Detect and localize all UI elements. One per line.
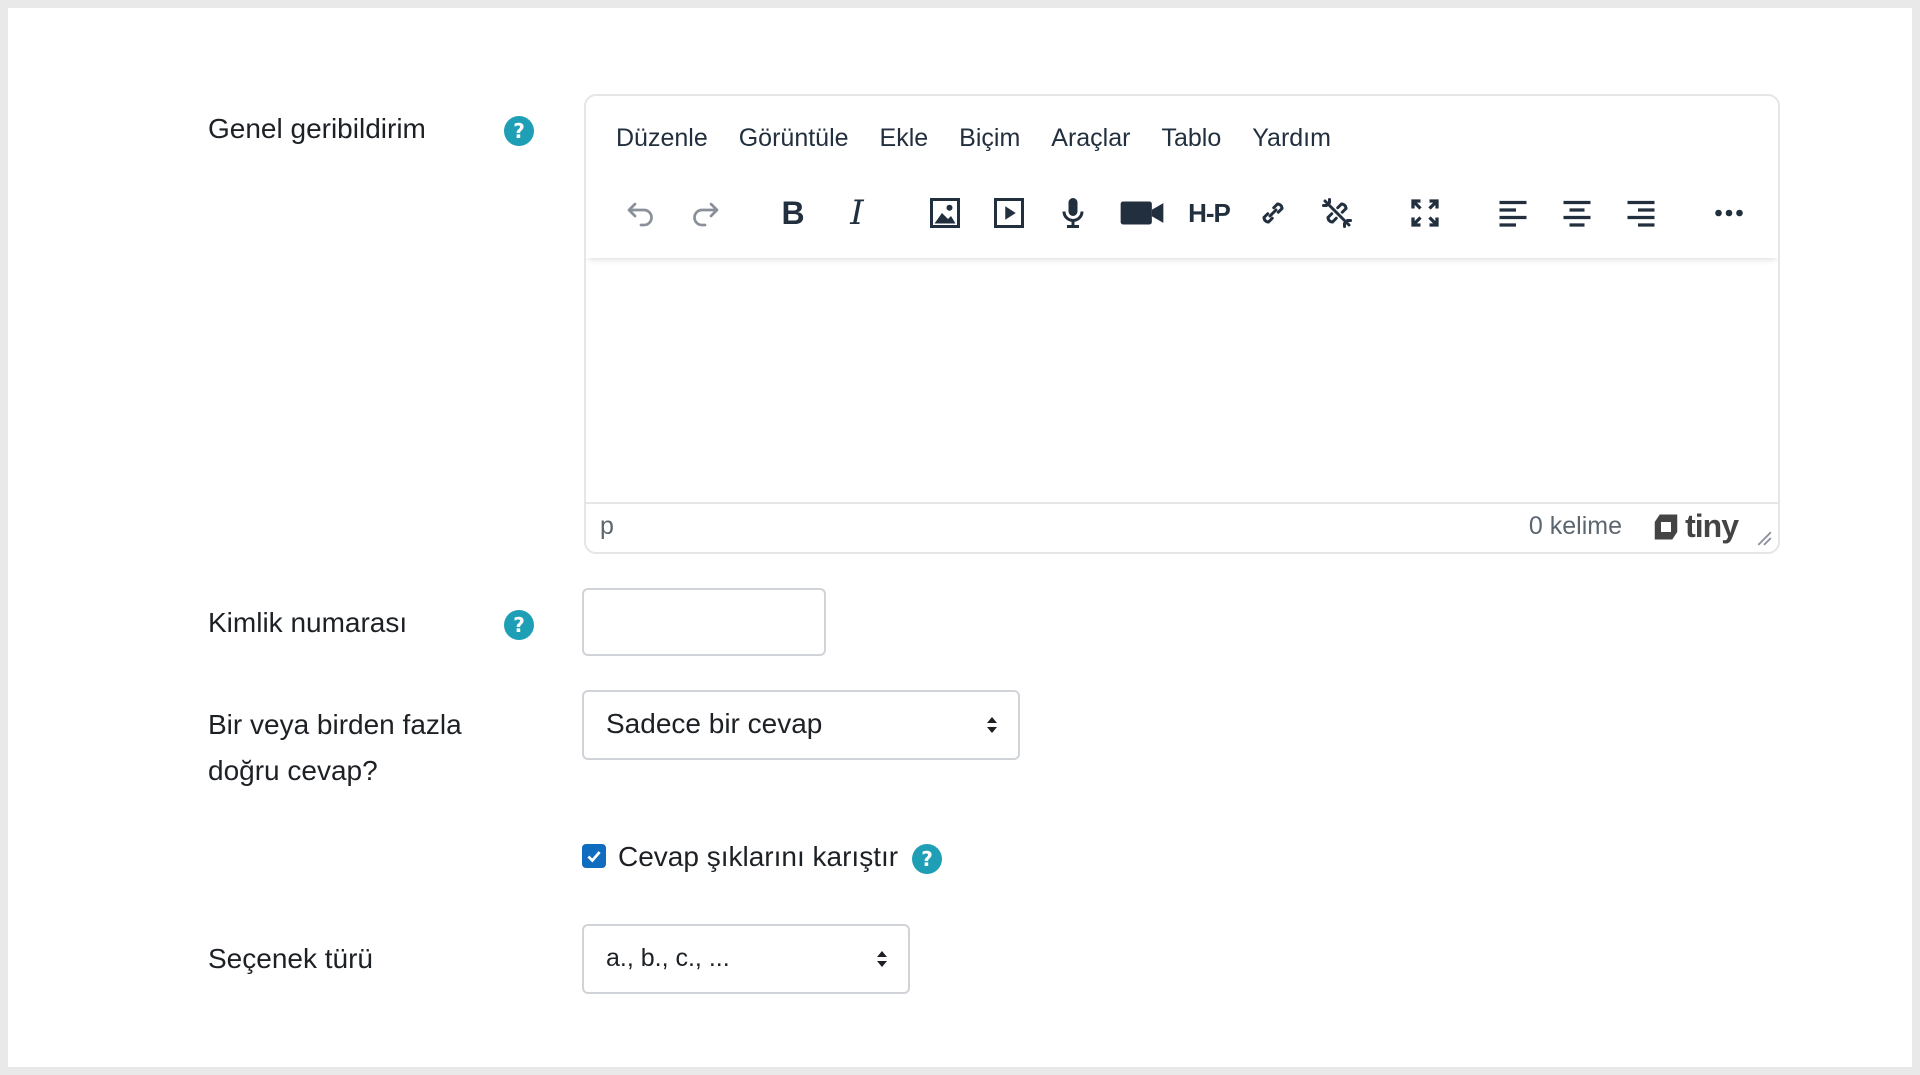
form-panel: Genel geribildirim ? Düzenle Görüntüle E… xyxy=(8,8,1912,1067)
fullscreen-button[interactable] xyxy=(1400,188,1450,238)
id-number-input[interactable] xyxy=(582,588,826,656)
menu-tools[interactable]: Araçlar xyxy=(1051,118,1130,158)
bold-icon: B xyxy=(781,194,805,231)
numbering-select[interactable]: a., b., c., ... xyxy=(582,924,910,994)
help-icon[interactable]: ? xyxy=(912,844,942,874)
align-right-button[interactable] xyxy=(1616,188,1666,238)
redo-button[interactable] xyxy=(680,188,730,238)
editor-statusbar: p 0 kelime tiny xyxy=(586,502,1778,552)
bold-button[interactable]: B xyxy=(768,188,818,238)
shuffle-checkbox[interactable] xyxy=(582,844,606,868)
video-camera-icon xyxy=(1120,201,1164,225)
link-icon xyxy=(1262,202,1284,224)
align-right-icon xyxy=(1627,200,1655,227)
h5p-button[interactable]: H-P xyxy=(1180,188,1238,238)
numbering-label: Seçenek türü xyxy=(208,943,373,974)
link-button[interactable] xyxy=(1248,188,1298,238)
tiny-logo-text: tiny xyxy=(1685,508,1739,544)
id-number-label: Kimlik numarası xyxy=(208,607,408,638)
numbering-value: a., b., c., ... xyxy=(606,944,730,972)
single-answer-value: Sadece bir cevap xyxy=(606,708,823,739)
italic-button[interactable]: I xyxy=(832,188,882,238)
help-icon[interactable]: ? xyxy=(504,116,534,146)
record-video-button[interactable] xyxy=(1112,188,1172,238)
align-left-icon xyxy=(1499,200,1527,227)
menu-edit[interactable]: Düzenle xyxy=(616,118,708,158)
menu-table[interactable]: Tablo xyxy=(1161,118,1221,158)
editor-content-area[interactable] xyxy=(586,262,1778,496)
unlink-icon xyxy=(1322,198,1352,228)
tiny-logo-icon xyxy=(1654,514,1678,539)
rich-text-editor: Düzenle Görüntüle Ekle Biçim Araçlar Tab… xyxy=(584,94,1780,554)
single-answer-select[interactable]: Sadece bir cevap xyxy=(582,690,1020,760)
tiny-logo[interactable]: tiny xyxy=(1651,508,1739,545)
word-count[interactable]: 0 kelime xyxy=(1529,512,1622,541)
single-answer-label-line2: doğru cevap? xyxy=(208,755,378,786)
shuffle-label[interactable]: Cevap şıklarını karıştır xyxy=(618,834,898,880)
microphone-icon xyxy=(1062,198,1084,228)
undo-button[interactable] xyxy=(616,188,666,238)
align-left-button[interactable] xyxy=(1488,188,1538,238)
single-answer-label-line1: Bir veya birden fazla xyxy=(208,709,462,740)
menu-help[interactable]: Yardım xyxy=(1252,118,1331,158)
redo-icon xyxy=(693,202,719,227)
media-button[interactable] xyxy=(984,188,1034,238)
media-icon xyxy=(994,198,1024,228)
editor-toolbar: B I H-P xyxy=(586,178,1778,258)
help-icon[interactable]: ? xyxy=(504,610,534,640)
menu-insert[interactable]: Ekle xyxy=(880,118,929,158)
editor-menubar: Düzenle Görüntüle Ekle Biçim Araçlar Tab… xyxy=(616,118,1362,158)
undo-icon xyxy=(627,202,653,227)
checkmark-icon xyxy=(587,851,601,863)
fullscreen-icon xyxy=(1411,199,1439,227)
image-icon xyxy=(930,198,960,228)
record-audio-button[interactable] xyxy=(1048,188,1098,238)
resize-handle-icon[interactable] xyxy=(1756,530,1772,546)
menu-view[interactable]: Görüntüle xyxy=(739,118,849,158)
h5p-icon: H-P xyxy=(1188,197,1231,228)
more-icon xyxy=(1715,209,1743,217)
more-button[interactable] xyxy=(1704,188,1754,238)
select-arrows-icon xyxy=(877,951,887,967)
align-center-icon xyxy=(1563,200,1591,227)
menu-format[interactable]: Biçim xyxy=(959,118,1020,158)
select-arrows-icon xyxy=(987,717,997,733)
unlink-button[interactable] xyxy=(1312,188,1362,238)
element-path[interactable]: p xyxy=(600,512,614,541)
align-center-button[interactable] xyxy=(1552,188,1602,238)
image-button[interactable] xyxy=(920,188,970,238)
general-feedback-label: Genel geribildirim xyxy=(208,113,426,144)
italic-icon: I xyxy=(850,193,864,233)
